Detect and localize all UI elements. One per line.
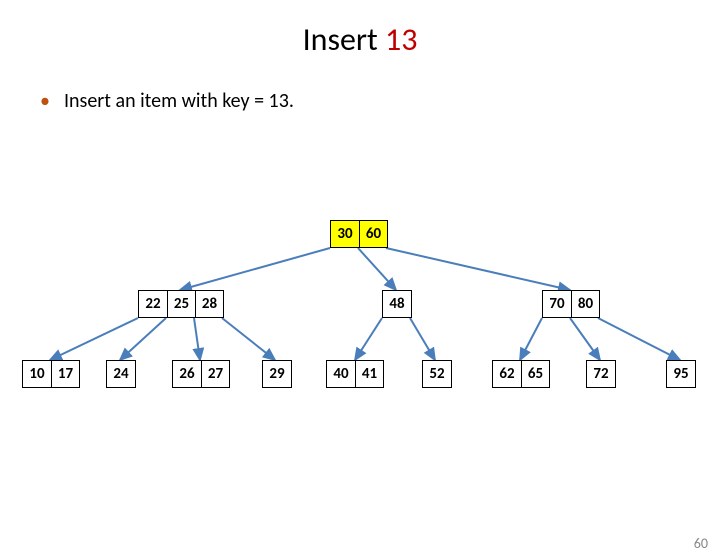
leaf-node-3: 29	[262, 360, 292, 388]
tree-edges	[0, 20, 720, 560]
node-key: 10	[23, 361, 51, 387]
node-key: 62	[493, 361, 521, 387]
node-key: 28	[195, 291, 223, 317]
node-key: 29	[263, 361, 291, 387]
node-key: 80	[571, 291, 599, 317]
leaf-node-2: 26 27	[172, 360, 230, 388]
root-key-1: 60	[359, 221, 387, 247]
node-key: 72	[587, 361, 615, 387]
node-key: 41	[355, 361, 383, 387]
leaf-node-4: 40 41	[326, 360, 384, 388]
root-key-0: 30	[331, 221, 359, 247]
node-key: 40	[327, 361, 355, 387]
leaf-node-0: 10 17	[22, 360, 80, 388]
internal-node-2: 70 80	[542, 290, 600, 318]
node-key: 24	[107, 361, 135, 387]
node-key: 70	[543, 291, 571, 317]
internal-node-1: 48	[382, 290, 412, 318]
node-key: 25	[167, 291, 195, 317]
node-key: 65	[521, 361, 549, 387]
node-key: 52	[423, 361, 451, 387]
node-key: 26	[173, 361, 201, 387]
leaf-node-5: 52	[422, 360, 452, 388]
tree-root-node: 30 60	[330, 220, 388, 248]
page-number: 60	[694, 535, 708, 552]
leaf-node-8: 95	[666, 360, 696, 388]
leaf-node-7: 72	[586, 360, 616, 388]
node-key: 27	[201, 361, 229, 387]
node-key: 17	[51, 361, 79, 387]
diagram-stage: 30 60 22 25 28 48 70 80 10 17 24 26 27 2…	[0, 20, 720, 560]
node-key: 22	[139, 291, 167, 317]
leaf-node-1: 24	[106, 360, 136, 388]
internal-node-0: 22 25 28	[138, 290, 224, 318]
node-key: 95	[667, 361, 695, 387]
node-key: 48	[383, 291, 411, 317]
leaf-node-6: 62 65	[492, 360, 550, 388]
